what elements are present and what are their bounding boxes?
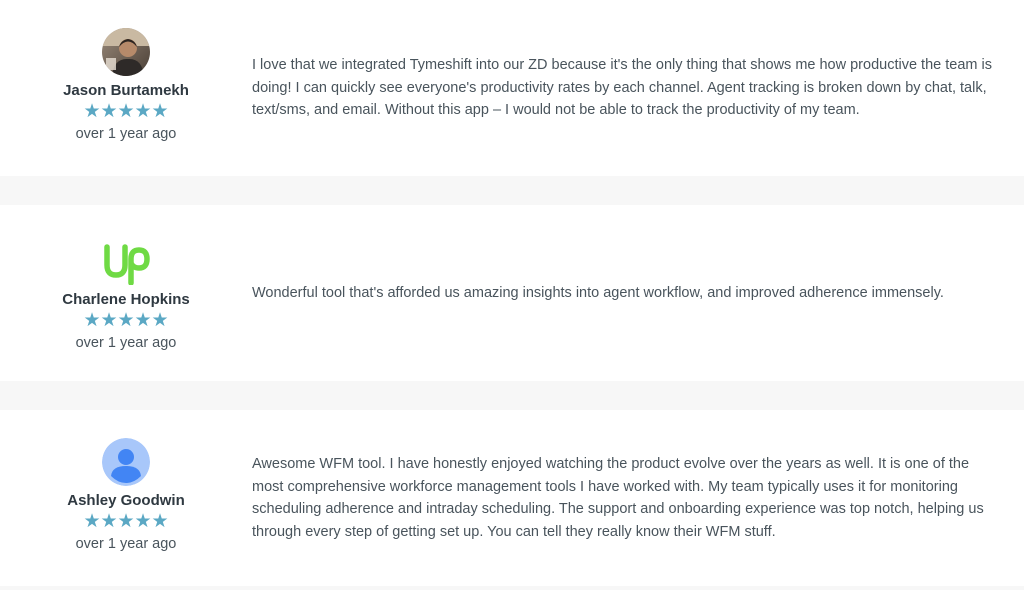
reviewer-name: Charlene Hopkins [62,291,190,308]
reviewer-info: Charlene Hopkins ★★★★★ over 1 year ago [40,237,212,352]
star-rating: ★★★★★ [40,102,212,122]
star-icon: ★ [100,101,118,122]
reviewer-name: Jason Burtamekh [63,82,189,99]
star-icon: ★ [134,101,152,122]
star-icon: ★ [83,310,101,331]
star-icon: ★ [83,511,101,532]
star-rating: ★★★★★ [40,311,212,331]
review-date: over 1 year ago [75,536,177,552]
review-date: over 1 year ago [75,126,177,142]
star-icon: ★ [134,511,152,532]
star-icon: ★ [134,310,152,331]
person-photo-icon [102,28,150,76]
upwork-logo-icon [102,237,150,285]
reviews-list: Jason Burtamekh ★★★★★ over 1 year ago I … [0,0,1024,590]
default-user-icon [102,438,150,486]
reviewer-info: Jason Burtamekh ★★★★★ over 1 year ago [40,28,212,143]
star-icon: ★ [100,511,118,532]
reviewer-name: Ashley Goodwin [67,492,185,509]
review-text: Awesome WFM tool. I have honestly enjoye… [252,456,984,540]
star-icon: ★ [151,511,169,532]
star-icon: ★ [100,310,118,331]
star-icon: ★ [117,511,135,532]
star-icon: ★ [117,310,135,331]
review-text: I love that we integrated Tymeshift into… [252,57,992,118]
review-card: Jason Burtamekh ★★★★★ over 1 year ago I … [0,0,1024,176]
review-card: Ashley Goodwin ★★★★★ over 1 year ago Awe… [0,410,1024,586]
star-icon: ★ [151,101,169,122]
star-rating: ★★★★★ [40,512,212,532]
star-icon: ★ [117,101,135,122]
review-date: over 1 year ago [75,335,177,351]
reviewer-info: Ashley Goodwin ★★★★★ over 1 year ago [40,438,212,553]
star-icon: ★ [83,101,101,122]
review-text: Wonderful tool that's afforded us amazin… [252,285,944,301]
star-icon: ★ [151,310,169,331]
review-card: Charlene Hopkins ★★★★★ over 1 year ago W… [0,205,1024,381]
